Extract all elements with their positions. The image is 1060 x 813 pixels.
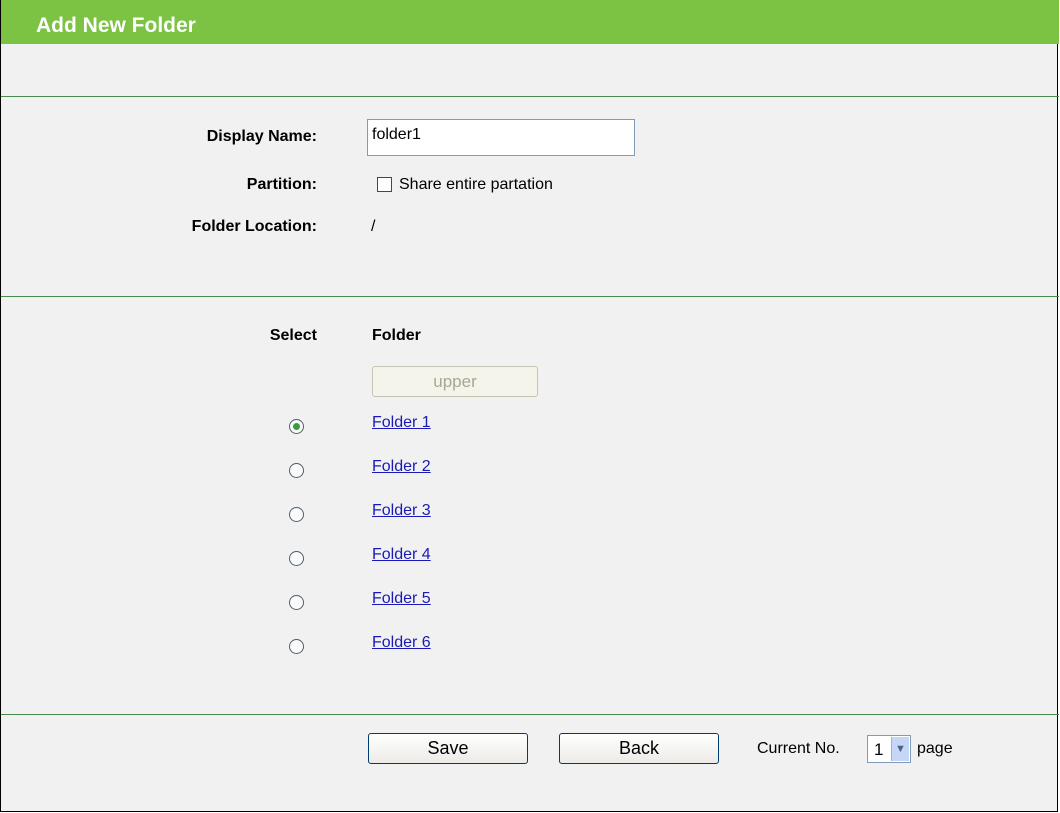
folder-radio[interactable] (289, 595, 304, 610)
panel-header: Add New Folder (1, 0, 1059, 44)
display-name-label: Display Name: (206, 128, 317, 145)
folder-link[interactable]: Folder 4 (372, 546, 431, 564)
page-select-value: 1 (874, 740, 884, 759)
share-entire-partition-checkbox[interactable] (377, 177, 392, 192)
folder-column-header: Folder (372, 327, 421, 344)
folder-location-value: / (371, 218, 376, 235)
upper-button[interactable]: upper (372, 366, 538, 397)
page-select[interactable]: 1 ▼ (867, 735, 911, 763)
folder-radio[interactable] (289, 551, 304, 566)
divider (1, 714, 1059, 715)
folder-radio[interactable] (289, 419, 304, 434)
page-title: Add New Folder (36, 14, 196, 37)
folder-location-label: Folder Location: (191, 218, 317, 235)
page-suffix-label: page (917, 740, 953, 757)
back-button[interactable]: Back (559, 733, 719, 764)
radio-selected-dot (293, 423, 300, 430)
folder-link[interactable]: Folder 6 (372, 634, 431, 652)
divider (1, 296, 1059, 297)
folder-radio[interactable] (289, 507, 304, 522)
save-button[interactable]: Save (368, 733, 528, 764)
folder-link[interactable]: Folder 1 (372, 414, 431, 432)
current-no-label: Current No. (757, 740, 840, 757)
folder-link[interactable]: Folder 2 (372, 458, 431, 476)
folder-link[interactable]: Folder 3 (372, 502, 431, 520)
share-entire-partition-label: Share entire partation (399, 176, 553, 193)
select-column-header: Select (269, 327, 317, 344)
folder-radio[interactable] (289, 463, 304, 478)
folder-link[interactable]: Folder 5 (372, 590, 431, 608)
chevron-down-icon[interactable]: ▼ (891, 737, 909, 761)
divider (1, 96, 1059, 97)
display-name-input[interactable]: folder1 (367, 119, 635, 156)
add-folder-panel: Add New Folder Display Name: folder1 Par… (0, 0, 1059, 812)
partition-label: Partition: (246, 176, 317, 193)
folder-radio[interactable] (289, 639, 304, 654)
